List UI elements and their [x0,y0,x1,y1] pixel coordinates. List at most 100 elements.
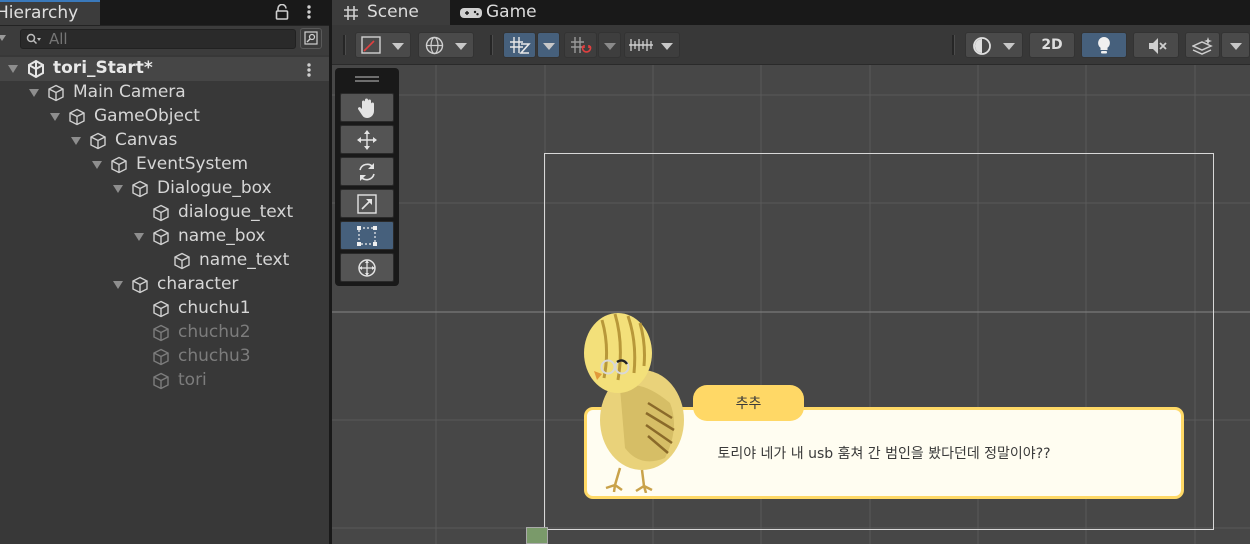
expand-arrow-icon[interactable] [92,161,102,169]
ruler-dropdown[interactable] [624,32,680,58]
expand-arrow-icon[interactable] [8,65,18,73]
hierarchy-item[interactable]: dialogue_text [0,201,329,225]
global-icon [425,36,444,55]
hierarchy-tab[interactable]: Hierarchy [0,0,100,25]
expand-arrow-icon[interactable] [113,281,123,289]
scale-icon [357,194,377,214]
increment-snap-icon [571,37,592,53]
transform-icon [358,259,376,277]
grid-icon [344,6,358,20]
gameobject-cube-icon [153,204,169,222]
audio-toggle[interactable] [1133,32,1179,58]
search-by-type-button[interactable] [300,28,322,49]
hierarchy-item[interactable]: Canvas [0,129,329,153]
gameobject-cube-icon [153,300,169,318]
hierarchy-item[interactable]: tori [0,369,329,393]
hierarchy-panel: Hierarchy All tori_Start* Main Camera Ga… [0,0,329,544]
hierarchy-item[interactable]: GameObject [0,105,329,129]
palette-drag-handle-icon[interactable] [355,75,379,83]
shading-mode-dropdown[interactable] [965,32,1023,58]
gameobject-cube-icon [153,348,169,366]
2d-toggle-button[interactable]: 2D [1029,32,1075,58]
gameobject-cube-icon [69,108,85,126]
gameobject-cube-icon [111,156,127,174]
name-box[interactable]: 추추 [693,385,804,421]
scene-toolbar: 2D [332,25,1250,65]
hierarchy-item[interactable]: EventSystem [0,153,329,177]
hand-icon [357,98,374,118]
lighting-toggle[interactable] [1081,32,1127,58]
search-icon[interactable] [26,33,42,45]
draw-mode-dropdown[interactable] [355,32,411,58]
toolbar-separator [952,35,955,55]
scene-row[interactable]: tori_Start* [0,57,329,81]
expand-arrow-icon[interactable] [50,113,60,121]
tab-scene[interactable]: Scene [332,0,450,25]
scene-more-icon[interactable] [303,61,315,79]
transform-tool-button[interactable] [340,253,394,282]
hierarchy-search-input[interactable] [49,30,289,48]
chevron-down-icon [604,43,616,50]
tab-game[interactable]: Game [450,0,550,25]
rect-transform-icon [357,226,377,246]
gameobject-cube-icon [132,180,148,198]
hierarchy-item[interactable]: Main Camera [0,81,329,105]
expand-arrow-icon[interactable] [134,233,144,241]
expand-arrow-icon[interactable] [29,89,39,97]
scene-viewport[interactable]: 토리야 네가 내 usb 훔쳐 간 범인을 봤다던데 정말이야?? 추추 [332,65,1250,544]
effects-dropdown[interactable] [1221,32,1250,58]
chick-character-sprite[interactable] [580,308,690,493]
hierarchy-item[interactable]: name_text [0,249,329,273]
hierarchy-tab-label: Hierarchy [0,3,79,23]
gameobject-cube-icon [153,372,169,390]
hierarchy-item-label: name_box [178,226,266,246]
unity-scene-icon [28,60,44,78]
name-text: 추추 [735,396,762,412]
more-vertical-icon[interactable] [303,3,315,21]
increment-snap-toggle[interactable] [564,32,597,58]
grid-snap-icon [510,37,531,54]
gameobject-cube-icon [153,228,169,246]
rotate-tool-button[interactable] [340,157,394,186]
global-local-dropdown[interactable] [418,32,474,58]
search-window-icon [304,31,318,45]
hierarchy-item[interactable]: name_box [0,225,329,249]
hierarchy-item[interactable]: Dialogue_box [0,177,329,201]
gameobject-cube-icon [90,132,106,150]
add-dropdown-icon[interactable] [0,33,6,43]
hand-tool-button[interactable] [340,93,394,122]
lock-icon[interactable] [275,4,289,20]
expand-arrow-icon[interactable] [71,137,81,145]
grid-snap-toggle[interactable] [503,32,536,58]
gameobject-cube-icon [132,276,148,294]
hierarchy-item-label: EventSystem [136,154,249,174]
rotate-icon [359,163,375,181]
hierarchy-item-label: dialogue_text [178,202,294,222]
gameobject-cube-icon [48,84,64,102]
scale-tool-button[interactable] [340,189,394,218]
expand-arrow-icon[interactable] [113,185,123,193]
toolbar-separator [490,35,493,55]
grid-snap-dropdown[interactable] [537,32,560,58]
increment-snap-dropdown[interactable] [598,32,621,58]
hierarchy-item-label: GameObject [94,106,200,126]
hierarchy-item-label: character [157,274,239,294]
effects-icon [1192,37,1213,55]
hierarchy-item[interactable]: chuchu1 [0,297,329,321]
hierarchy-item-label: chuchu3 [178,346,251,366]
hierarchy-item[interactable]: chuchu2 [0,321,329,345]
move-tool-button[interactable] [340,125,394,154]
move-icon [357,130,377,150]
tab-scene-label: Scene [367,2,419,22]
camera-gizmo-icon [526,527,548,544]
hierarchy-search-box [20,29,296,49]
hierarchy-item-label: Main Camera [73,82,186,102]
ruler-icon [629,39,653,51]
hierarchy-item[interactable]: chuchu3 [0,345,329,369]
hierarchy-item-label: name_text [199,250,290,270]
hierarchy-item-label: Canvas [115,130,178,150]
effects-toggle[interactable] [1185,32,1220,58]
hierarchy-item[interactable]: character [0,273,329,297]
shading-icon [973,37,991,55]
rect-tool-button[interactable] [340,221,394,250]
